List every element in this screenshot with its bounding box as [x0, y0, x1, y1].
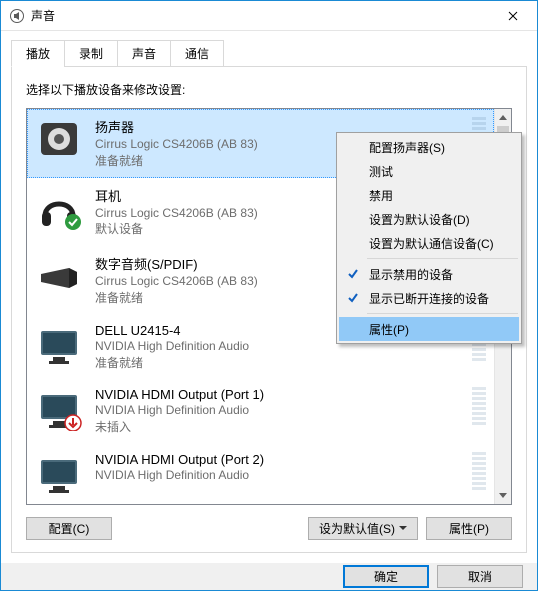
menu-item-label: 配置扬声器(S)	[369, 139, 445, 156]
menu-item[interactable]: 属性(P)	[339, 317, 519, 341]
cancel-button[interactable]: 取消	[437, 565, 523, 588]
dropdown-caret-icon	[399, 526, 407, 530]
menu-separator	[367, 313, 518, 314]
menu-item[interactable]: 显示已断开连接的设备	[339, 286, 519, 310]
sound-dialog: 声音 播放 录制 声音 通信 选择以下播放设备来修改设置: 扬声器Cirrus …	[0, 0, 538, 591]
device-row[interactable]: NVIDIA HDMI Output (Port 1)NVIDIA High D…	[27, 379, 494, 444]
monitor-icon	[35, 452, 83, 496]
configure-button[interactable]: 配置(C)	[26, 517, 112, 540]
menu-item-label: 属性(P)	[369, 321, 409, 338]
panel-button-row: 配置(C) 设为默认值(S) 属性(P)	[26, 517, 512, 540]
menu-item-label: 禁用	[369, 187, 393, 204]
set-default-button[interactable]: 设为默认值(S)	[308, 517, 418, 540]
prompt-text: 选择以下播放设备来修改设置:	[26, 81, 512, 98]
device-driver: NVIDIA High Definition Audio	[95, 467, 460, 484]
ok-button[interactable]: 确定	[343, 565, 429, 588]
device-name: NVIDIA HDMI Output (Port 2)	[95, 452, 460, 467]
tab-communications[interactable]: 通信	[170, 40, 224, 67]
scroll-up-button[interactable]	[495, 109, 512, 126]
titlebar: 声音	[1, 1, 537, 31]
headphones-icon	[35, 186, 83, 230]
device-name: NVIDIA HDMI Output (Port 1)	[95, 387, 460, 402]
context-menu[interactable]: 配置扬声器(S) 测试禁用设置为默认设备(D) 设置为默认通信设备(C) 显示禁用的设…	[336, 132, 522, 344]
device-row[interactable]: NVIDIA HDMI Output (Port 2)NVIDIA High D…	[27, 444, 494, 504]
menu-item-label: 设置为默认通信设备(C)	[369, 235, 494, 252]
device-status: 未插入	[95, 419, 460, 436]
menu-item-label: 设置为默认设备(D)	[369, 211, 470, 228]
menu-item-label: 测试	[369, 163, 393, 180]
check-icon	[345, 266, 361, 282]
close-button[interactable]	[490, 1, 535, 30]
tab-recording[interactable]: 录制	[64, 40, 118, 67]
monitor-icon	[35, 323, 83, 367]
menu-item[interactable]: 测试	[339, 159, 519, 183]
device-status: 准备就绪	[95, 355, 460, 372]
check-icon	[345, 290, 361, 306]
menu-item-label: 显示已断开连接的设备	[369, 290, 489, 307]
menu-item[interactable]: 设置为默认通信设备(C)	[339, 231, 519, 255]
dialog-footer: 确定 取消	[1, 563, 537, 590]
menu-item[interactable]: 显示禁用的设备	[339, 262, 519, 286]
speaker-icon	[35, 117, 83, 161]
device-info: NVIDIA HDMI Output (Port 1)NVIDIA High D…	[95, 387, 460, 436]
tab-sounds[interactable]: 声音	[117, 40, 171, 67]
monitor-icon	[35, 387, 83, 431]
device-driver: NVIDIA High Definition Audio	[95, 402, 460, 419]
menu-item[interactable]: 设置为默认设备(D)	[339, 207, 519, 231]
level-meter-icon	[472, 387, 486, 425]
device-info: NVIDIA HDMI Output (Port 2)NVIDIA High D…	[95, 452, 460, 484]
menu-item-label: 显示禁用的设备	[369, 266, 453, 283]
tab-strip: 播放 录制 声音 通信	[11, 40, 527, 67]
menu-item[interactable]: 配置扬声器(S)	[339, 135, 519, 159]
level-meter-icon	[472, 452, 486, 490]
scroll-down-button[interactable]	[495, 487, 512, 504]
sound-app-icon	[9, 8, 25, 24]
properties-button[interactable]: 属性(P)	[426, 517, 512, 540]
menu-item[interactable]: 禁用	[339, 183, 519, 207]
tab-playback[interactable]: 播放	[11, 40, 65, 67]
spdif-icon	[35, 254, 83, 298]
set-default-label: 设为默认值(S)	[319, 520, 395, 537]
menu-separator	[367, 258, 518, 259]
window-title: 声音	[31, 7, 490, 24]
